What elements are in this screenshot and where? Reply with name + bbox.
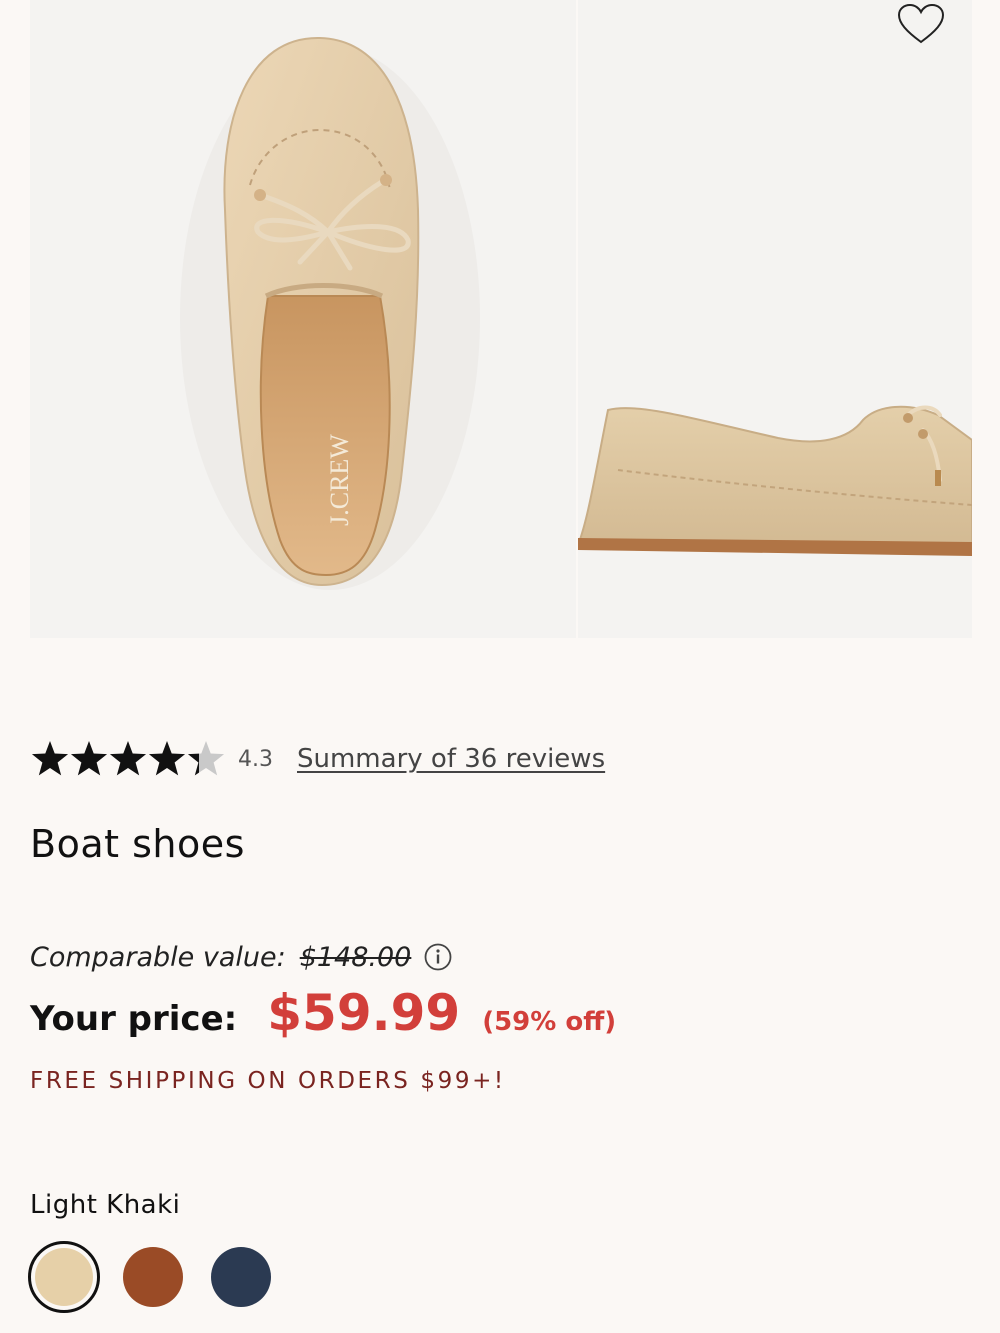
selected-color-name: Light Khaki — [30, 1190, 181, 1220]
swatch-fill — [35, 1248, 93, 1306]
comparable-value-row: Comparable value: $148.00 — [30, 936, 453, 978]
star-icon — [31, 741, 69, 776]
product-title: Boat shoes — [30, 822, 245, 866]
rating-value: 4.3 — [238, 746, 273, 772]
discount-badge: (59% off) — [482, 1007, 617, 1037]
star-icon — [109, 741, 147, 776]
product-image-gallery[interactable]: J.CREW — [0, 0, 1000, 640]
swatch-fill — [211, 1247, 271, 1307]
color-swatch-brown[interactable] — [122, 1246, 184, 1308]
brand-mark: J.CREW — [325, 434, 354, 526]
shoe-side-illustration — [578, 405, 972, 556]
shoe-top-illustration: J.CREW — [180, 36, 480, 590]
price-row: Your price: $59.99 (59% off) — [30, 984, 616, 1054]
rating-row: 4.3 Summary of 36 reviews — [30, 736, 605, 782]
shipping-promo: FREE SHIPPING ON ORDERS $99+! — [30, 1068, 506, 1094]
color-swatch-navy[interactable] — [210, 1246, 272, 1308]
star-icon — [187, 741, 225, 776]
reviews-summary-link[interactable]: Summary of 36 reviews — [297, 744, 605, 774]
your-price-label: Your price: — [30, 999, 238, 1039]
info-icon[interactable] — [423, 942, 453, 972]
wishlist-button[interactable] — [896, 2, 946, 46]
swatch-fill — [123, 1247, 183, 1307]
heart-outline-icon — [897, 3, 945, 44]
comparable-value-amount: $148.00 — [299, 941, 412, 973]
product-image-top-view[interactable]: J.CREW — [30, 0, 576, 638]
color-swatches — [28, 1241, 298, 1313]
star-icon — [70, 741, 108, 776]
comparable-value-label: Comparable value: — [30, 941, 286, 973]
color-swatch-light-khaki[interactable] — [28, 1241, 100, 1313]
star-icon — [148, 741, 186, 776]
your-price-amount: $59.99 — [267, 984, 461, 1042]
rating-stars-icon — [31, 741, 225, 776]
product-image-side-view[interactable] — [578, 0, 972, 638]
star-rating — [30, 739, 226, 779]
